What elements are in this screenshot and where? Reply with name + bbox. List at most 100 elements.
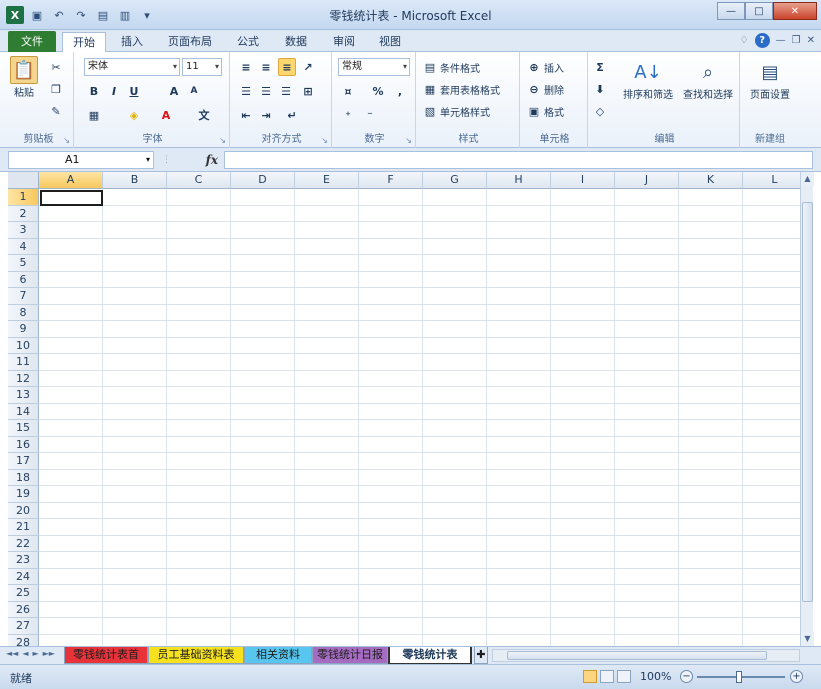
column-header[interactable]: D: [231, 172, 295, 189]
row-header[interactable]: 24: [8, 568, 39, 585]
horizontal-scroll-thumb[interactable]: [507, 651, 767, 660]
tab-file[interactable]: 文件: [8, 31, 56, 52]
row-header[interactable]: 4: [8, 238, 39, 255]
last-sheet-icon[interactable]: ►►: [43, 649, 55, 658]
insert-sheet-icon[interactable]: ✚: [474, 647, 488, 664]
format-as-table-button[interactable]: ▦ 套用表格格式: [422, 80, 500, 98]
select-all-corner[interactable]: [8, 172, 39, 189]
row-header[interactable]: 11: [8, 354, 39, 371]
merge-center-button[interactable]: ⊞: [300, 82, 316, 100]
row-header[interactable]: 21: [8, 519, 39, 536]
font-launcher-icon[interactable]: ↘: [219, 136, 226, 145]
alignment-launcher-icon[interactable]: ↘: [321, 136, 328, 145]
fill-button[interactable]: ⬇: [592, 80, 608, 98]
column-header[interactable]: F: [359, 172, 423, 189]
sheet-tab[interactable]: 员工基础资料表: [148, 647, 244, 664]
minimize-button[interactable]: —: [717, 2, 745, 20]
bold-button[interactable]: B: [86, 82, 102, 100]
doc-close-icon[interactable]: ✕: [807, 35, 815, 46]
horizontal-scrollbar[interactable]: [492, 649, 800, 662]
number-launcher-icon[interactable]: ↘: [405, 136, 412, 145]
row-header[interactable]: 22: [8, 535, 39, 552]
align-left-button[interactable]: ☰: [238, 82, 254, 100]
column-header[interactable]: J: [615, 172, 679, 189]
row-header[interactable]: 28: [8, 634, 39, 646]
phonetic-button[interactable]: 文: [196, 106, 212, 124]
decrease-indent-button[interactable]: ⇤: [238, 106, 254, 124]
borders-button[interactable]: ▦: [86, 106, 102, 124]
shrink-font-button[interactable]: A: [186, 82, 202, 100]
percent-button[interactable]: %: [370, 82, 386, 100]
row-header[interactable]: 7: [8, 288, 39, 305]
prev-sheet-icon[interactable]: ◄: [22, 649, 28, 658]
row-header[interactable]: 3: [8, 222, 39, 239]
column-header[interactable]: K: [679, 172, 743, 189]
row-header[interactable]: 2: [8, 205, 39, 222]
row-header[interactable]: 10: [8, 337, 39, 354]
format-cells-button[interactable]: ▣ 格式: [526, 102, 564, 120]
tab-review[interactable]: 审阅: [324, 32, 364, 52]
font-color-button[interactable]: A: [158, 106, 174, 124]
autosum-button[interactable]: Σ: [592, 58, 608, 76]
row-header[interactable]: 19: [8, 486, 39, 503]
font-size-combo[interactable]: 11 ▾: [182, 58, 222, 76]
tab-data[interactable]: 数据: [276, 32, 316, 52]
fill-color-button[interactable]: ◈: [126, 106, 142, 124]
row-header[interactable]: 6: [8, 271, 39, 288]
column-header[interactable]: A: [39, 172, 103, 189]
comma-button[interactable]: ,: [392, 82, 408, 100]
first-sheet-icon[interactable]: ◄◄: [6, 649, 18, 658]
tab-formulas[interactable]: 公式: [228, 32, 268, 52]
formula-input[interactable]: [224, 151, 813, 169]
worksheet-grid[interactable]: A B C D E F G H I J K L 1 2 3 4 5 6 7 8 9 10 11 12 13 14 15 16 17 18 1…: [8, 172, 800, 646]
row-header[interactable]: 14: [8, 403, 39, 420]
align-center-button[interactable]: ☰: [258, 82, 274, 100]
scroll-down-icon[interactable]: ▼: [801, 632, 814, 646]
close-button[interactable]: ✕: [773, 2, 817, 20]
column-header[interactable]: G: [423, 172, 487, 189]
zoom-slider-thumb[interactable]: [736, 671, 742, 683]
page-setup-button[interactable]: ▤ 页面设置: [744, 58, 796, 102]
sheet-tab[interactable]: 零钱统计日报: [312, 647, 388, 664]
cut-button[interactable]: ✂: [48, 58, 64, 76]
column-header[interactable]: L: [743, 172, 800, 189]
row-header[interactable]: 1: [8, 189, 39, 206]
align-middle-button[interactable]: ≡: [258, 58, 274, 76]
underline-button[interactable]: U: [126, 82, 142, 100]
column-header[interactable]: I: [551, 172, 615, 189]
currency-button[interactable]: ¤: [340, 82, 356, 100]
wrap-text-button[interactable]: ↵: [284, 106, 300, 124]
row-header[interactable]: 12: [8, 370, 39, 387]
delete-cells-button[interactable]: ⊖ 删除: [526, 80, 564, 98]
row-header[interactable]: 26: [8, 601, 39, 618]
insert-cells-button[interactable]: ⊕ 插入: [526, 58, 564, 76]
conditional-format-button[interactable]: ▤ 条件格式: [422, 58, 480, 76]
zoom-out-button[interactable]: −: [680, 670, 693, 683]
page-layout-view-button[interactable]: [600, 670, 614, 683]
cell-styles-button[interactable]: ▧ 单元格样式: [422, 102, 490, 120]
row-header[interactable]: 16: [8, 436, 39, 453]
help-icon[interactable]: ?: [754, 33, 770, 48]
decrease-decimal-button[interactable]: ⁻: [362, 106, 378, 124]
maximize-button[interactable]: □: [745, 2, 773, 20]
find-select-button[interactable]: ⌕ 查找和选择: [678, 58, 738, 102]
tab-view[interactable]: 视图: [370, 32, 410, 52]
name-box[interactable]: A1 ▾: [8, 151, 154, 169]
increase-indent-button[interactable]: ⇥: [258, 106, 274, 124]
clipboard-launcher-icon[interactable]: ↘: [63, 136, 70, 145]
row-header[interactable]: 5: [8, 255, 39, 272]
align-right-button[interactable]: ☰: [278, 82, 294, 100]
doc-restore-icon[interactable]: ❐: [792, 35, 801, 46]
copy-button[interactable]: ❐: [48, 80, 64, 98]
tab-page-layout[interactable]: 页面布局: [160, 32, 220, 52]
sheet-tab[interactable]: 相关资料: [244, 647, 312, 664]
column-header[interactable]: H: [487, 172, 551, 189]
vertical-scrollbar[interactable]: ▲ ▼: [800, 172, 814, 646]
sheet-tab[interactable]: 零钱统计表首: [64, 647, 148, 664]
zoom-in-button[interactable]: +: [790, 670, 803, 683]
row-header[interactable]: 18: [8, 469, 39, 486]
ribbon-minimize-icon[interactable]: ♢: [740, 35, 749, 46]
format-painter-button[interactable]: ✎: [48, 102, 64, 120]
paste-button[interactable]: 📋 粘贴: [10, 56, 38, 99]
scroll-up-icon[interactable]: ▲: [801, 172, 814, 186]
